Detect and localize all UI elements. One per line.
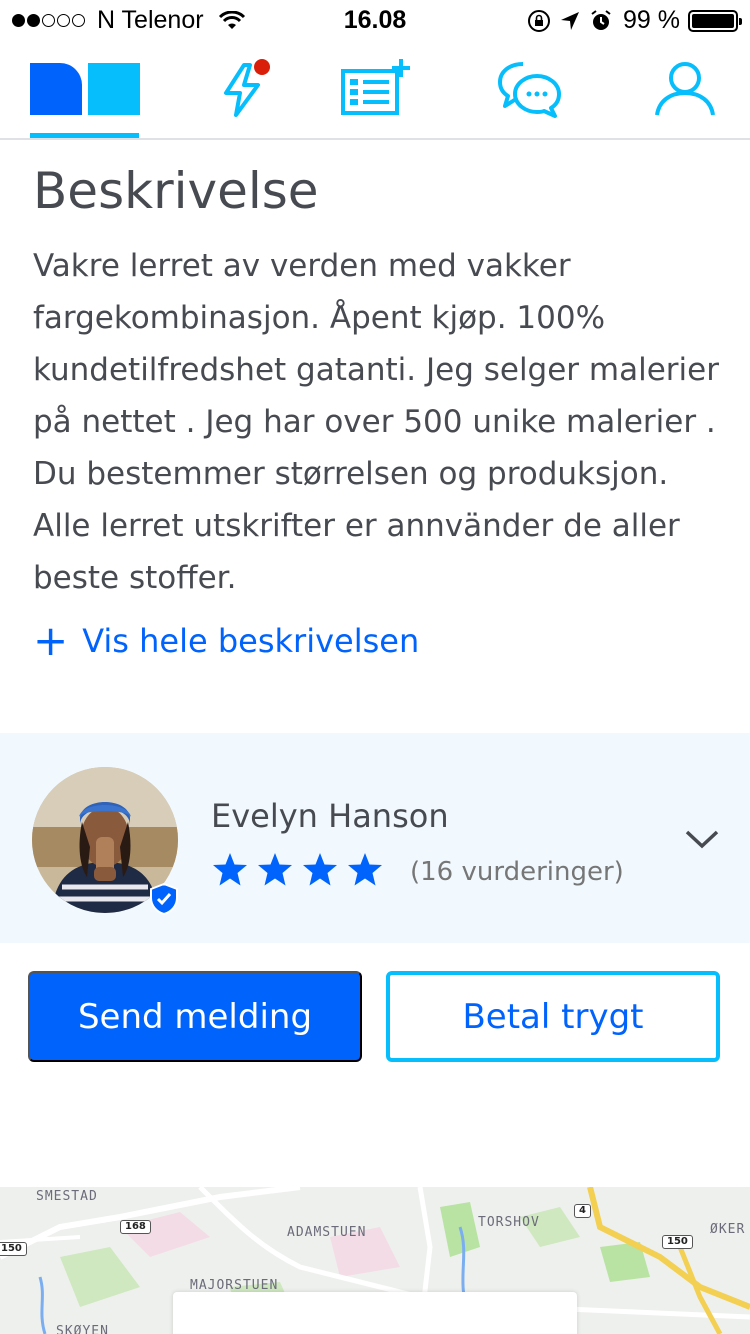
tab-profile[interactable]: [625, 54, 745, 124]
map-label-adamstuen: ADAMSTUEN: [287, 1225, 367, 1240]
star-icon: [348, 853, 382, 886]
road-number-shield: 168: [120, 1220, 151, 1234]
status-right: 99 %: [519, 6, 742, 35]
person-icon: [655, 62, 715, 116]
chat-bubbles-icon: [498, 62, 561, 118]
star-icon: [303, 853, 337, 886]
seller-rating-stars: [211, 851, 391, 889]
map-overlay-card[interactable]: [173, 1292, 577, 1334]
pay-safely-button[interactable]: Betal trygt: [386, 971, 720, 1062]
chevron-down-icon[interactable]: [684, 827, 720, 851]
finn-logo-icon: [30, 63, 140, 115]
show-full-description-label: Vis hele beskrivelsen: [82, 622, 420, 660]
plus-icon: +: [33, 616, 69, 665]
tab-home[interactable]: [25, 54, 145, 124]
tab-notifications[interactable]: [184, 54, 304, 124]
notification-badge: [254, 59, 270, 75]
verified-badge-icon: [150, 883, 178, 915]
description-title: Beskrivelse: [33, 162, 319, 220]
star-icon: [213, 853, 247, 886]
map-label-skoyen: SKØYEN: [56, 1324, 109, 1334]
map-label-torshov: TORSHOV: [478, 1215, 540, 1230]
seller-panel[interactable]: Evelyn Hanson (16 vurderinger): [0, 733, 750, 943]
new-ad-icon: [341, 59, 410, 115]
location-map[interactable]: SMESTAD ADAMSTUEN TORSHOV MAJORSTUEN SKØ…: [0, 1187, 750, 1334]
send-message-button[interactable]: Send melding: [28, 971, 362, 1062]
battery-icon: [688, 9, 742, 32]
tab-bar: [0, 40, 750, 140]
tab-messages[interactable]: [470, 54, 590, 124]
rotation-lock-icon: [528, 9, 551, 32]
show-full-description-link[interactable]: + Vis hele beskrivelsen: [33, 620, 419, 662]
location-arrow-icon: [561, 11, 580, 30]
active-tab-indicator: [30, 133, 139, 138]
battery-percent: 99 %: [623, 6, 680, 34]
road-number-shield: 150: [662, 1235, 693, 1249]
map-label-smestad: SMESTAD: [36, 1189, 98, 1204]
seller-rating-count: (16 vurderinger): [410, 857, 624, 887]
tab-new-ad[interactable]: [315, 54, 435, 124]
map-label-okern: ØKER: [710, 1222, 746, 1237]
seller-name[interactable]: Evelyn Hanson: [211, 797, 449, 835]
star-icon: [258, 853, 292, 886]
alarm-icon: [591, 9, 611, 30]
map-label-majorstuen: MAJORSTUEN: [190, 1278, 279, 1293]
status-bar: N Telenor 16.08 99 %: [0, 0, 750, 40]
description-body: Vakre lerret av verden med vakker fargek…: [33, 248, 719, 596]
road-number-shield: 150: [0, 1242, 27, 1256]
road-number-shield: 4: [574, 1204, 591, 1218]
lightning-icon: [224, 59, 270, 117]
